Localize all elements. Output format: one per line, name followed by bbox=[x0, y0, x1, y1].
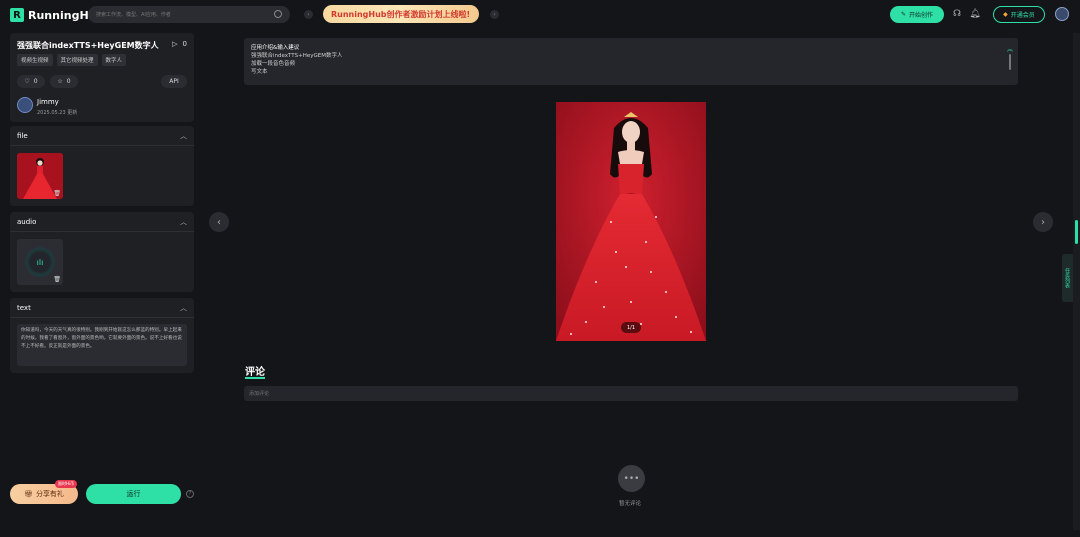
prev-image-button[interactable]: ‹ bbox=[209, 212, 229, 232]
divider bbox=[10, 317, 194, 318]
tag[interactable]: 视频生视频 bbox=[17, 54, 53, 66]
promo-banner[interactable]: RunningHub创作者激励计划上线啦! bbox=[323, 5, 479, 23]
heart-icon: ♡ bbox=[24, 78, 30, 85]
headset-icon[interactable]: ☊ bbox=[952, 9, 962, 19]
file-thumbnail[interactable]: 🗑︎ bbox=[17, 153, 63, 199]
audio-panel: audio ︿ ılı 🗑︎ bbox=[10, 212, 194, 292]
diamond-icon: ◆ bbox=[1003, 11, 1008, 18]
dress-image bbox=[556, 102, 706, 341]
chevron-up-icon[interactable]: ︿ bbox=[180, 131, 187, 141]
tag[interactable]: 其它视频处理 bbox=[56, 54, 98, 66]
audio-wave-icon: ılı bbox=[25, 247, 55, 277]
search-input[interactable]: 搜索工作流、模型、AI应用、作者 bbox=[88, 6, 290, 23]
help-icon[interactable]: ? bbox=[186, 490, 194, 498]
favorite-button[interactable]: ☆ 0 bbox=[50, 75, 78, 88]
member-button[interactable]: ◆ 开通会员 bbox=[993, 6, 1045, 23]
like-count: 0 bbox=[33, 78, 38, 85]
empty-comments-icon: ••• bbox=[618, 465, 645, 492]
page-scrollbar[interactable] bbox=[1073, 33, 1080, 530]
share-badge: 限时Hi币 bbox=[55, 480, 78, 488]
description-scrollbar[interactable] bbox=[1009, 54, 1011, 70]
image-counter: 1/1 bbox=[621, 322, 641, 333]
comments-tab-underline bbox=[245, 377, 265, 379]
divider bbox=[10, 231, 194, 232]
share-label: 分享有礼 bbox=[35, 490, 64, 498]
text-input[interactable]: 你知道吗，今天的天气真的很特别。我刚到开始就这怎么那蓝的特别。早上起来的时候，我… bbox=[17, 324, 187, 366]
author-avatar[interactable] bbox=[17, 97, 33, 113]
scrollbar-thumb[interactable] bbox=[1075, 220, 1078, 244]
play-count-value: 0 bbox=[182, 40, 187, 48]
bell-icon[interactable]: 🔔︎ bbox=[969, 9, 980, 19]
comment-input[interactable] bbox=[244, 386, 1018, 401]
empty-comments-text: 暂无评论 bbox=[619, 501, 642, 507]
tag[interactable]: 数字人 bbox=[101, 54, 127, 66]
app-title: 强强联合indexTTS+HeyGEM数字人 bbox=[17, 41, 159, 50]
next-image-button[interactable]: › bbox=[1033, 212, 1053, 232]
description-line: 写文本 bbox=[251, 69, 268, 75]
create-button[interactable]: ✎ 开始创作 bbox=[890, 6, 944, 23]
gift-icon: 🎁︎ bbox=[24, 490, 33, 498]
text-section-title: text bbox=[17, 304, 31, 312]
app-info-panel: 强强联合indexTTS+HeyGEM数字人 ▷ 0 视频生视频 其它视频处理 … bbox=[10, 33, 194, 122]
banner-text: RunningHub创作者激励计划上线啦! bbox=[331, 9, 471, 19]
run-button[interactable]: 运行 bbox=[86, 484, 181, 504]
updated-date: 2025.05.23 更新 bbox=[37, 110, 78, 116]
pen-icon: ✎ bbox=[900, 11, 906, 18]
star-icon: ☆ bbox=[57, 78, 63, 85]
banner-prev-icon[interactable]: ‹ bbox=[304, 10, 313, 19]
create-label: 开始创作 bbox=[909, 12, 934, 19]
like-button[interactable]: ♡ 0 bbox=[17, 75, 45, 88]
play-count: ▷ 0 bbox=[172, 40, 187, 48]
banner-next-icon[interactable]: › bbox=[490, 10, 499, 19]
text-panel: text ︿ 你知道吗，今天的天气真的很特别。我刚到开始就这怎么那蓝的特别。早上… bbox=[10, 298, 194, 373]
api-button[interactable]: API bbox=[161, 75, 187, 88]
comments-title: 评论 bbox=[245, 367, 265, 378]
audio-thumbnail[interactable]: ılı 🗑︎ bbox=[17, 239, 63, 285]
description-heading: 应用介绍&输入建议 bbox=[251, 45, 300, 51]
search-icon[interactable] bbox=[274, 10, 282, 18]
search-placeholder: 搜索工作流、模型、AI应用、作者 bbox=[96, 12, 171, 18]
audio-section-title: audio bbox=[17, 218, 37, 226]
description-line: 加载一段音色音频 bbox=[251, 61, 296, 67]
trash-icon[interactable]: 🗑︎ bbox=[53, 276, 61, 283]
tag-list: 视频生视频 其它视频处理 数字人 bbox=[17, 54, 127, 66]
play-icon: ▷ bbox=[172, 40, 178, 48]
divider bbox=[10, 145, 194, 146]
description-line: 强强联合indexTTS+HeyGEM数字人 bbox=[251, 53, 343, 59]
author-name[interactable]: Jimmy bbox=[37, 98, 59, 106]
favorite-count: 0 bbox=[66, 78, 71, 85]
logo-mark: R bbox=[10, 8, 24, 22]
file-section-title: file bbox=[17, 132, 28, 140]
trash-icon[interactable]: 🗑︎ bbox=[53, 190, 61, 197]
chevron-up-icon[interactable]: ︿ bbox=[180, 303, 187, 313]
file-panel: file ︿ 🗑︎ bbox=[10, 126, 194, 206]
result-image[interactable] bbox=[556, 102, 706, 341]
task-list-tab[interactable]: 任务列表 bbox=[1062, 254, 1073, 302]
description-box: 应用介绍&输入建议 强强联合indexTTS+HeyGEM数字人 加载一段音色音… bbox=[244, 38, 1018, 85]
top-bar: R RunningHUB 搜索工作流、模型、AI应用、作者 ‹ RunningH… bbox=[0, 0, 1080, 30]
member-label: 开通会员 bbox=[1010, 12, 1035, 19]
collapse-icon[interactable]: ︽ bbox=[1007, 44, 1013, 53]
chevron-up-icon[interactable]: ︿ bbox=[180, 217, 187, 227]
user-avatar[interactable] bbox=[1055, 7, 1069, 21]
